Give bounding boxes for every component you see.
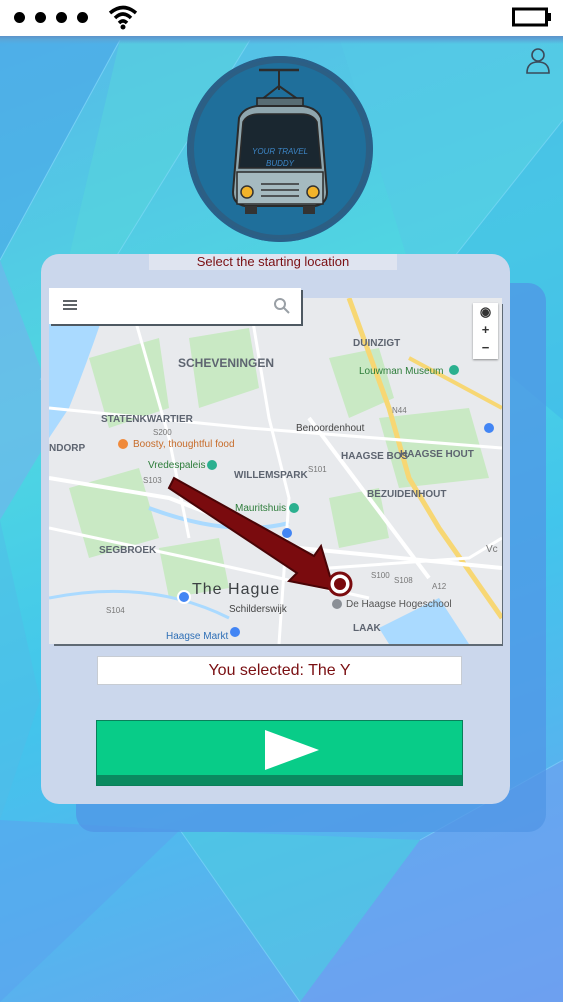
selected-location-display: You selected: The Y <box>97 656 462 685</box>
map-search-box[interactable] <box>49 288 301 324</box>
map-label-haagse-markt: Haagse Markt <box>166 631 229 642</box>
menu-icon[interactable] <box>63 300 77 310</box>
map-label-a12: A12 <box>432 582 447 591</box>
signal-dots <box>14 12 88 23</box>
card-title: Select the starting location <box>149 254 397 270</box>
map-label-n44: N44 <box>392 406 407 415</box>
map-label-schilderswijk: Schilderswijk <box>229 604 287 615</box>
map-zoom-controls: ◉ + − <box>473 303 498 359</box>
map-label-s103: S103 <box>143 476 162 485</box>
map-label-vredespaleis: Vredespaleis <box>148 460 206 471</box>
map-label-haagse-bos: HAAGSE BOS <box>341 451 409 462</box>
user-profile-icon[interactable] <box>525 46 551 74</box>
zoom-in-button[interactable]: + <box>473 321 498 339</box>
zoom-out-button[interactable]: − <box>473 339 498 357</box>
signal-dot-icon <box>56 12 67 23</box>
search-icon[interactable] <box>273 297 291 315</box>
logo-text-line2: BUDDY <box>266 159 295 168</box>
map-label-s100: S100 <box>371 571 390 580</box>
logo-text-line1: YOUR TRAVEL <box>252 147 308 156</box>
map-label-segbroek: SEGBROEK <box>99 545 157 556</box>
map-label-vc: Vc <box>486 544 498 555</box>
app-logo: YOUR TRAVEL BUDDY <box>187 56 373 242</box>
map-label-louwman: Louwman Museum <box>359 366 444 377</box>
map-label-s200: S200 <box>153 428 172 437</box>
map-label-the-hague: The Hague <box>192 581 281 598</box>
wifi-icon <box>108 5 138 30</box>
play-icon <box>265 730 319 770</box>
map-label-duinzigt: DUINZIGT <box>353 338 401 349</box>
map-label-laak: LAAK <box>353 623 381 634</box>
map-label-s101: S101 <box>308 465 327 474</box>
map-label-scheveningen: SCHEVENINGEN <box>178 356 275 370</box>
map-label-ndorp: NDORP <box>49 443 86 454</box>
map-label-statenkwartier: STATENKWARTIER <box>101 414 193 425</box>
go-button[interactable] <box>96 720 463 786</box>
map-label-s104: S104 <box>106 606 125 615</box>
signal-dot-icon <box>35 12 46 23</box>
map-view[interactable]: SCHEVENINGEN DUINZIGT Louwman Museum STA… <box>49 298 502 644</box>
map-label-boosty: Boosty, thoughtful food <box>133 439 235 450</box>
signal-dot-icon <box>77 12 88 23</box>
battery-icon <box>512 7 551 27</box>
map-label-haagse-hogeschool: De Haagse Hogeschool <box>346 599 452 610</box>
map-label-bezuidenhout: BEZUIDENHOUT <box>367 489 447 500</box>
map-label-benoordenhout: Benoordenhout <box>296 423 365 434</box>
map-label-mauritshuis: Mauritshuis <box>235 503 287 514</box>
signal-dot-icon <box>14 12 25 23</box>
map-label-s108: S108 <box>394 576 413 585</box>
map-label-willemspark: WILLEMSPARK <box>234 470 308 481</box>
my-location-icon[interactable]: ◉ <box>473 303 498 321</box>
map-label-haagse-hout: HAAGSE HOUT <box>400 449 474 460</box>
status-bar <box>0 0 563 44</box>
